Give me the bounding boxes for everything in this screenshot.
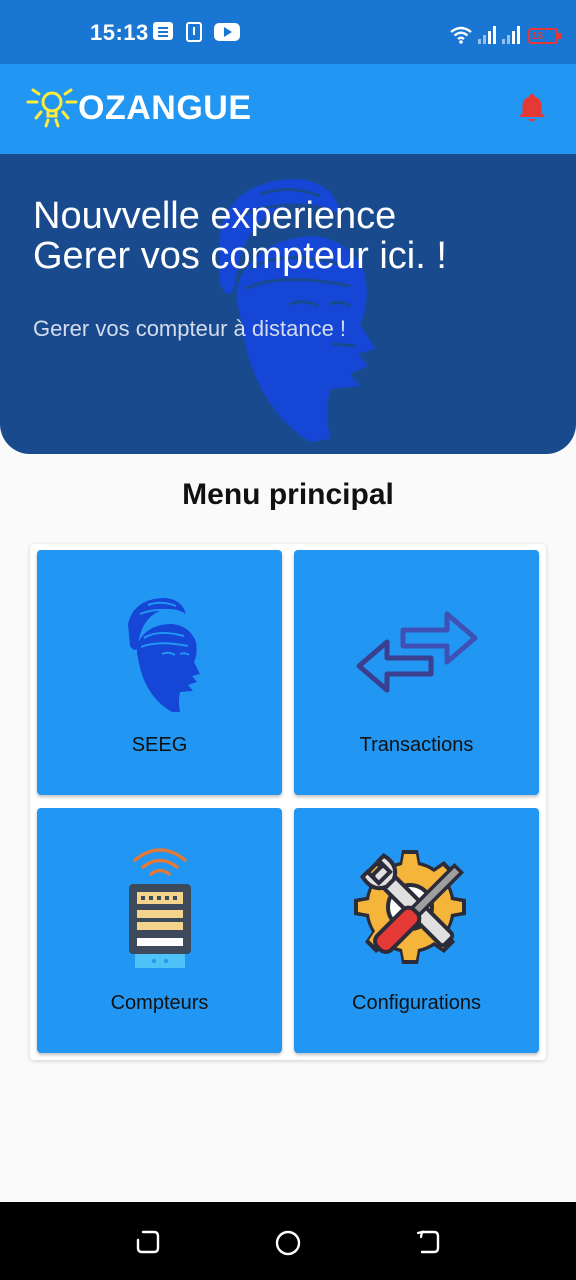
hero-title-line-2: Gerer vos compteur ici. ! xyxy=(33,235,447,277)
menu-tile-label: Configurations xyxy=(352,992,481,1014)
menu-tile-transactions[interactable]: Transactions xyxy=(294,550,539,795)
status-time: 15:13 xyxy=(90,20,149,45)
menu-tile-configurations[interactable]: Configurations xyxy=(294,808,539,1053)
status-bar: 15:13 13 xyxy=(0,0,576,64)
menu-tile-label: Compteurs xyxy=(110,992,209,1014)
app-logo: OZANGUE xyxy=(24,84,252,132)
youtube-icon xyxy=(214,23,240,41)
transfer-arrows-icon xyxy=(356,611,477,693)
home-icon[interactable] xyxy=(274,1229,302,1257)
main-menu-grid: SEEG Transactions Compteurs Configuratio… xyxy=(30,544,546,1060)
hero-title: Nouvvelle experience Gerer vos compteur … xyxy=(33,196,447,276)
battery-icon: 13 xyxy=(528,28,561,44)
menu-tile-seeg[interactable]: SEEG xyxy=(37,550,282,795)
menu-tile-compteurs[interactable]: Compteurs xyxy=(37,808,282,1053)
app-bar: OZANGUE xyxy=(0,64,576,154)
african-mask-icon xyxy=(127,598,200,712)
menu-title: Menu principal xyxy=(182,478,394,511)
gear-wrench-icon xyxy=(353,850,466,964)
hero-banner: Nouvvelle experience Gerer vos compteur … xyxy=(0,154,576,454)
smart-meter-icon xyxy=(128,848,191,968)
signal-strength-icon-2 xyxy=(502,26,520,44)
hero-title-line-1: Nouvvelle experience xyxy=(33,195,397,237)
hero-subtitle: Gerer vos compteur à distance ! xyxy=(33,316,347,341)
wifi-icon xyxy=(450,26,472,44)
menu-tile-label: Transactions xyxy=(359,734,474,756)
battery-alert-icon xyxy=(186,22,202,42)
bell-icon[interactable] xyxy=(518,92,546,124)
recent-apps-icon[interactable] xyxy=(135,1229,161,1255)
system-navigation-bar xyxy=(0,1202,576,1280)
status-indicators: 13 xyxy=(450,18,561,44)
signal-strength-icon xyxy=(478,26,496,44)
back-icon[interactable] xyxy=(415,1229,441,1255)
battery-level: 13 xyxy=(532,31,544,42)
lightbulb-icon xyxy=(26,88,78,128)
message-notification-icon xyxy=(153,22,173,40)
app-brand-name: OZANGUE xyxy=(78,88,252,127)
menu-tile-label: SEEG xyxy=(131,734,188,756)
